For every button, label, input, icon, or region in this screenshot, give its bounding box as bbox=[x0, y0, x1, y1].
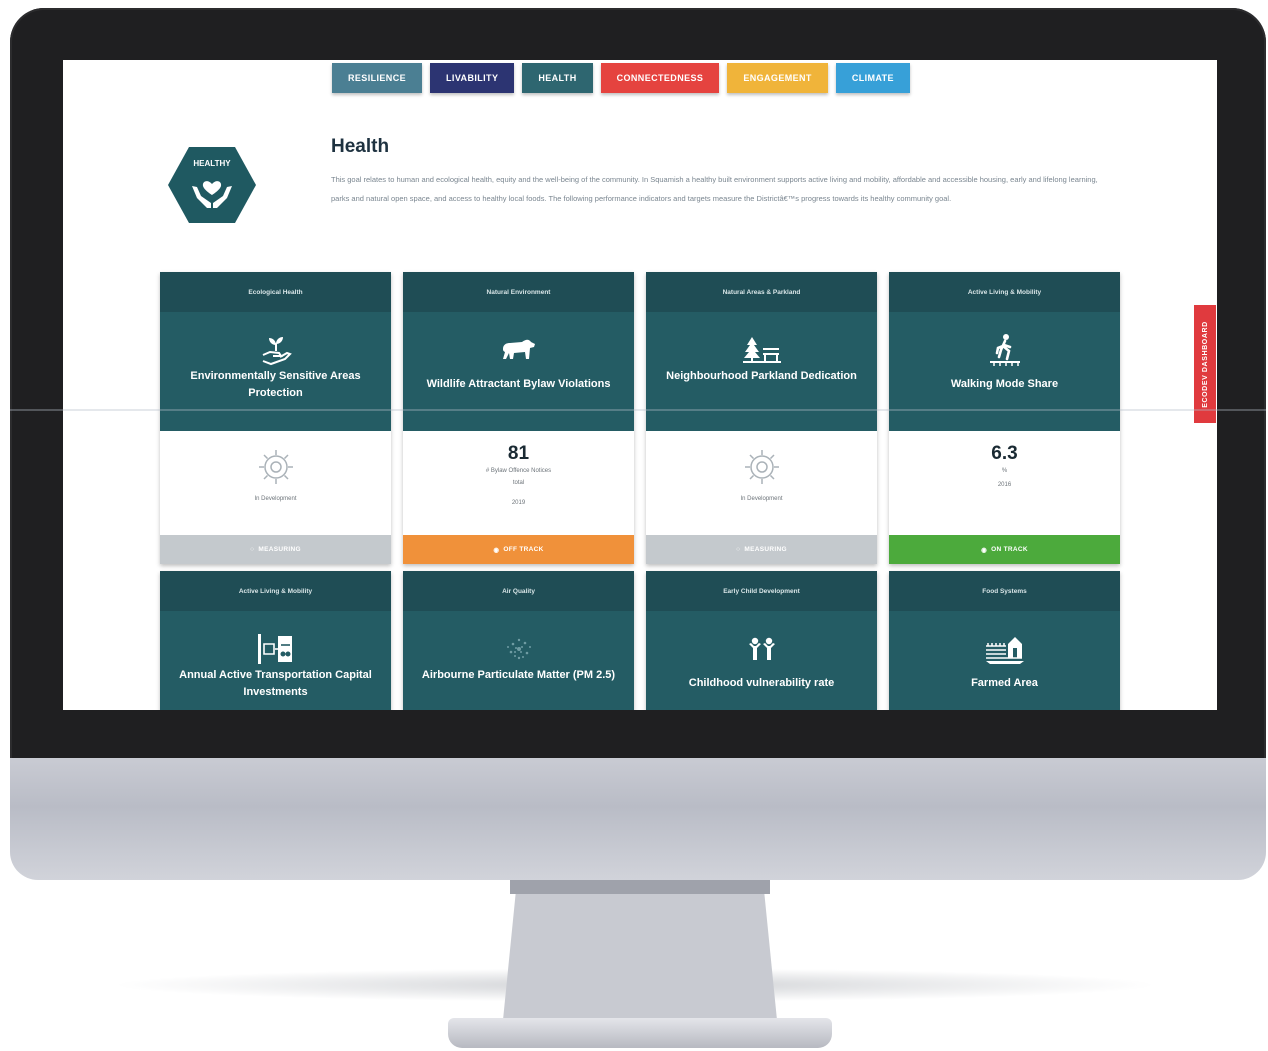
gear-icon bbox=[258, 450, 293, 484]
side-tab-label: ECODEV DASHBOARD bbox=[1201, 320, 1209, 408]
ecodev-dashboard-tab[interactable]: ECODEV DASHBOARD bbox=[1194, 305, 1216, 423]
card-status-text: In Development bbox=[740, 496, 783, 502]
card-childhood-vulnerability[interactable]: Early Child Development Childhood vulner… bbox=[646, 571, 877, 710]
walking-icon bbox=[889, 330, 1120, 370]
card-status: MEASURING bbox=[258, 546, 301, 553]
bear-icon bbox=[403, 330, 634, 370]
card-category: Early Child Development bbox=[646, 571, 877, 611]
monitor-stand bbox=[503, 880, 777, 1020]
dashboard-screen: RESILIENCE LIVABILITY HEALTH CONNECTEDNE… bbox=[63, 60, 1217, 710]
card-unit: % bbox=[1001, 468, 1008, 474]
card-status-bar: ◉ ON TRACK bbox=[889, 535, 1120, 564]
card-category: Natural Environment bbox=[403, 272, 634, 312]
card-value-panel: In Development bbox=[646, 431, 877, 535]
status-circle-icon: ○ bbox=[250, 546, 255, 553]
card-farmed-area[interactable]: Food Systems Farmed Area bbox=[889, 571, 1120, 710]
card-name: Neighbourhood Parkland Dedication bbox=[666, 370, 857, 382]
card-category: Air Quality bbox=[403, 571, 634, 611]
children-icon bbox=[646, 629, 877, 669]
status-circle-icon: ◉ bbox=[493, 546, 500, 554]
card-name: Airbourne Particulate Matter (PM 2.5) bbox=[421, 669, 616, 681]
tab-climate[interactable]: CLIMATE bbox=[835, 63, 910, 93]
gear-icon bbox=[744, 450, 779, 484]
card-category: Active Living & Mobility bbox=[889, 272, 1120, 312]
screen-reflection bbox=[10, 409, 1266, 411]
healthy-badge: HEALTHY bbox=[168, 147, 256, 223]
card-name: Environmentally Sensitive Areas Protecti… bbox=[190, 370, 361, 399]
monitor-base bbox=[448, 1018, 832, 1048]
goal-tabs: RESILIENCE LIVABILITY HEALTH CONNECTEDNE… bbox=[332, 63, 910, 93]
card-category: Natural Areas & Parkland bbox=[646, 272, 877, 312]
card-value-panel: 6.3 % 2016 bbox=[889, 431, 1120, 535]
park-bench-icon bbox=[646, 330, 877, 370]
card-category: Food Systems bbox=[889, 571, 1120, 611]
card-value: 81 bbox=[507, 443, 530, 464]
farm-icon bbox=[889, 629, 1120, 669]
goal-title: Health bbox=[331, 136, 390, 157]
card-status-text: In Development bbox=[254, 496, 297, 502]
card-name: Childhood vulnerability rate bbox=[688, 677, 835, 689]
tab-livability[interactable]: LIVABILITY bbox=[430, 63, 515, 93]
card-value: 6.3 bbox=[991, 443, 1018, 464]
card-name: Farmed Area bbox=[971, 677, 1038, 689]
card-status-bar: ○ MEASURING bbox=[160, 535, 391, 564]
card-year: 2019 bbox=[511, 500, 526, 506]
card-walking-mode-share[interactable]: Active Living & Mobility Walking Mode Sh… bbox=[889, 272, 1120, 564]
tab-connectedness[interactable]: CONNECTEDNESS bbox=[600, 63, 720, 93]
card-unit: # Bylaw Offence Notices bbox=[485, 468, 552, 474]
status-circle-icon: ○ bbox=[736, 546, 741, 553]
tab-health[interactable]: HEALTH bbox=[522, 63, 593, 93]
card-name: Walking Mode Share bbox=[950, 378, 1059, 390]
card-status-bar: ◉ OFF TRACK bbox=[403, 535, 634, 564]
particulate-icon bbox=[403, 629, 634, 669]
card-status: OFF TRACK bbox=[503, 546, 544, 553]
card-status-bar: ○ MEASURING bbox=[646, 535, 877, 564]
monitor-stand-shadow bbox=[510, 880, 770, 894]
card-active-transportation-investments[interactable]: Active Living & Mobility Annual Active T… bbox=[160, 571, 391, 710]
hand-sprout-icon bbox=[160, 330, 391, 370]
badge-label: HEALTHY bbox=[193, 159, 231, 168]
transit-icon bbox=[160, 629, 391, 669]
card-name: Wildlife Attractant Bylaw Violations bbox=[426, 378, 611, 390]
card-category: Active Living & Mobility bbox=[160, 571, 391, 611]
card-airbourne-particulate-matter[interactable]: Air Quality Airbourne Particulate Matter… bbox=[403, 571, 634, 710]
card-status: MEASURING bbox=[744, 546, 787, 553]
monitor-chin bbox=[10, 758, 1266, 880]
card-category: Ecological Health bbox=[160, 272, 391, 312]
card-year: 2016 bbox=[997, 482, 1012, 488]
card-value-panel: 81 # Bylaw Offence Notices total 2019 bbox=[403, 431, 634, 535]
card-wildlife-attractant-bylaw[interactable]: Natural Environment Wildlife Attractant … bbox=[403, 272, 634, 564]
card-value-panel: In Development bbox=[160, 431, 391, 535]
tab-engagement[interactable]: ENGAGEMENT bbox=[727, 63, 828, 93]
card-neighbourhood-parkland[interactable]: Natural Areas & Parkland Neighbourhood P… bbox=[646, 272, 877, 564]
card-environmentally-sensitive-areas[interactable]: Ecological Health Environmentally Sensit… bbox=[160, 272, 391, 564]
goal-description: This goal relates to human and ecologica… bbox=[331, 175, 1098, 203]
card-qualifier: total bbox=[512, 480, 525, 486]
status-circle-icon: ◉ bbox=[981, 546, 988, 554]
card-status: ON TRACK bbox=[991, 546, 1028, 553]
tab-resilience[interactable]: RESILIENCE bbox=[332, 63, 423, 93]
card-name: Annual Active Transportation Capital Inv… bbox=[179, 669, 372, 698]
